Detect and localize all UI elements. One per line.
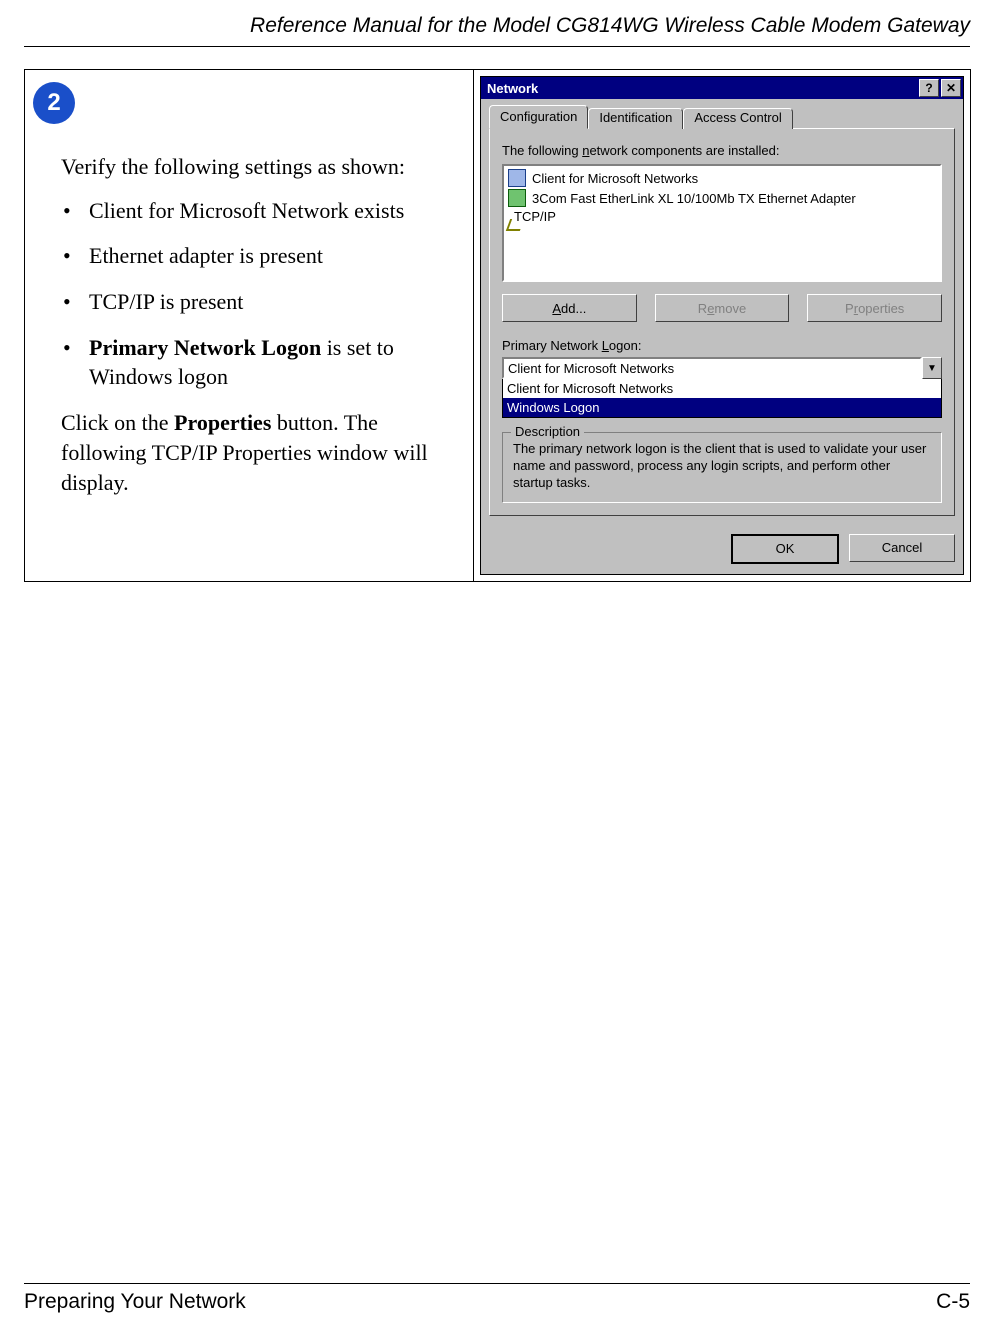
header-rule — [24, 46, 970, 47]
properties-button[interactable]: Properties — [807, 294, 942, 322]
screenshot-cell: Network ? ✕ Configuration Identification… — [474, 70, 971, 582]
combobox-option[interactable]: Windows Logon — [503, 398, 941, 417]
instructions-bullet: Ethernet adapter is present — [61, 241, 459, 271]
tabs: Configuration Identification Access Cont… — [489, 105, 955, 129]
page-header-title: Reference Manual for the Model CG814WG W… — [24, 0, 970, 46]
adapter-icon — [508, 189, 526, 207]
tab-identification[interactable]: Identification — [588, 108, 683, 129]
combobox-dropdown[interactable]: Client for Microsoft Networks Windows Lo… — [502, 378, 942, 418]
dialog-footer: OK Cancel — [481, 524, 963, 574]
content-row: 2 Verify the following settings as shown… — [24, 69, 971, 582]
instructions-after: Click on the Properties button. The foll… — [61, 408, 459, 497]
description-text: The primary network logon is the client … — [513, 441, 931, 492]
tab-configuration[interactable]: Configuration — [489, 105, 588, 129]
combobox-arrow-icon[interactable]: ▼ — [922, 357, 942, 379]
description-group: Description The primary network logon is… — [502, 432, 942, 503]
remove-button[interactable]: Remove — [655, 294, 790, 322]
instructions-after-a: Click on the — [61, 410, 174, 435]
tab-access-control[interactable]: Access Control — [683, 108, 792, 129]
footer-section-title: Preparing Your Network — [24, 1290, 246, 1314]
combobox-selected: Client for Microsoft Networks — [502, 357, 922, 379]
list-item-label: Client for Microsoft Networks — [532, 171, 698, 186]
primary-logon-label-post: ogon: — [609, 338, 642, 353]
footer-rule — [24, 1283, 970, 1284]
primary-logon-combobox[interactable]: Client for Microsoft Networks ▼ — [502, 357, 942, 379]
primary-logon-label: Primary Network Logon: — [502, 338, 942, 353]
combobox-option[interactable]: Client for Microsoft Networks — [503, 379, 941, 398]
components-label-pre: The following — [502, 143, 582, 158]
dialog-title: Network — [487, 81, 538, 96]
primary-logon-label-accel: L — [602, 338, 609, 353]
instructions-intro: Verify the following settings as shown: — [61, 152, 459, 182]
ok-button[interactable]: OK — [731, 534, 839, 564]
components-label-post: etwork components are installed: — [589, 143, 779, 158]
instructions-bullet: TCP/IP is present — [61, 287, 459, 317]
components-label: The following network components are ins… — [502, 143, 942, 158]
list-item-label: 3Com Fast EtherLink XL 10/100Mb TX Ether… — [532, 191, 856, 206]
list-item[interactable]: Client for Microsoft Networks — [506, 168, 938, 188]
instructions-bullet-bold: Primary Network Logon — [89, 335, 321, 360]
step-number-badge: 2 — [33, 82, 75, 124]
network-dialog: Network ? ✕ Configuration Identification… — [480, 76, 964, 575]
footer-page-number: C-5 — [936, 1290, 970, 1314]
titlebar[interactable]: Network ? ✕ — [481, 77, 963, 99]
instructions-cell: 2 Verify the following settings as shown… — [25, 70, 474, 582]
page-footer: Preparing Your Network C-5 — [24, 1283, 970, 1314]
add-button[interactable]: Add... — [502, 294, 637, 322]
instructions-after-bold: Properties — [174, 410, 271, 435]
cancel-button[interactable]: Cancel — [849, 534, 955, 562]
component-button-row: Add... Remove Properties — [502, 294, 942, 322]
instructions-bullet: Client for Microsoft Network exists — [61, 196, 459, 226]
components-listbox[interactable]: Client for Microsoft Networks 3Com Fast … — [502, 164, 942, 282]
tab-panel-configuration: The following network components are ins… — [489, 128, 955, 516]
description-legend: Description — [511, 424, 584, 439]
client-icon — [508, 169, 526, 187]
list-item[interactable]: 3Com Fast EtherLink XL 10/100Mb TX Ether… — [506, 188, 938, 208]
instructions-bullet: Primary Network Logon is set to Windows … — [61, 333, 459, 392]
list-item[interactable]: TCP/IP — [506, 208, 938, 225]
primary-logon-label-pre: Primary Network — [502, 338, 602, 353]
help-button[interactable]: ? — [919, 79, 939, 97]
close-button[interactable]: ✕ — [941, 79, 961, 97]
